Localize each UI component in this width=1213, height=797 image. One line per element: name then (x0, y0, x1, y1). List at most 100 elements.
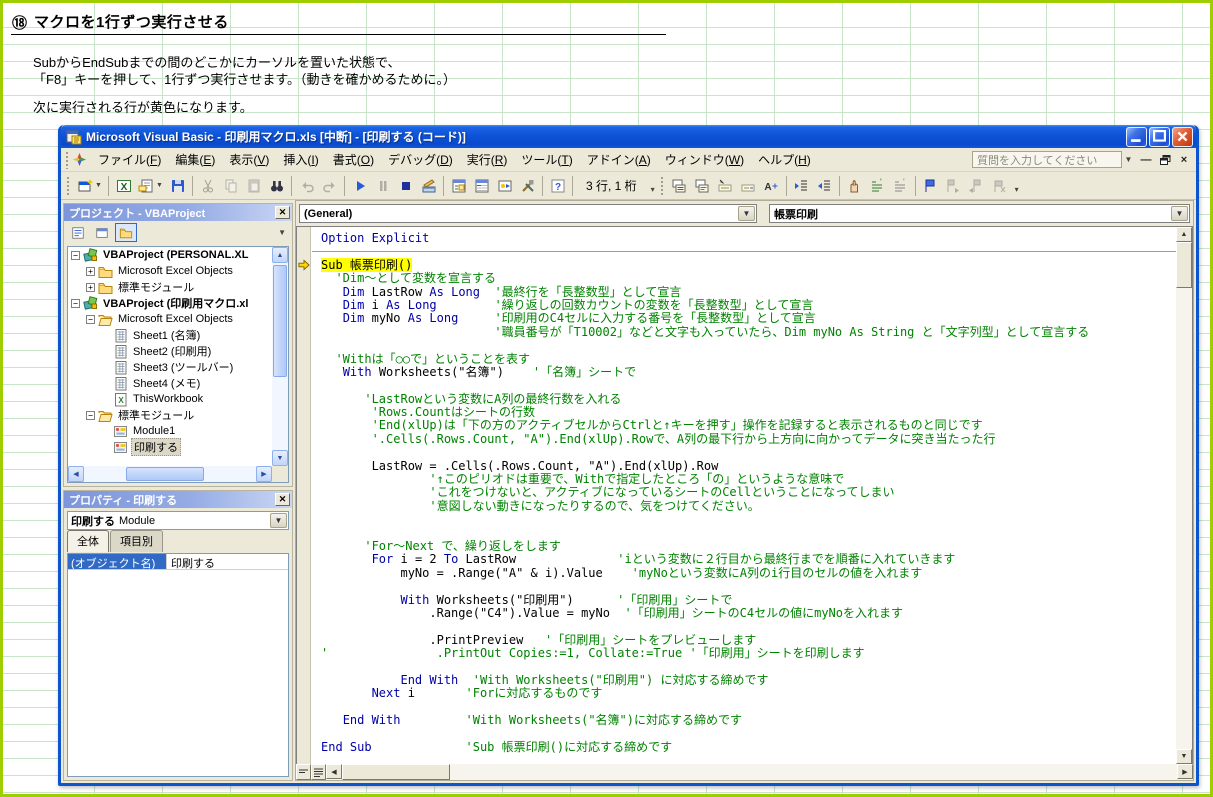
code-text[interactable]: Option Explicit Sub 帳票印刷() 'Dim～として変数を宣言… (312, 227, 1176, 754)
code-scroll-left-icon[interactable]: ◀ (326, 764, 342, 779)
property-name-cell[interactable]: (オブジェクト名) (68, 554, 167, 569)
project-vertical-scrollbar[interactable]: ▲ ▼ (272, 247, 288, 466)
code-line-35[interactable]: Next i 'Forに対応するものです (321, 687, 1176, 700)
project-horizontal-scrollbar[interactable]: ◀ ▶ (68, 466, 272, 482)
reset-button[interactable] (394, 174, 417, 197)
view-object-button[interactable] (91, 223, 113, 242)
code-scroll-down-icon[interactable]: ▼ (1176, 749, 1192, 764)
next-bookmark-button[interactable] (942, 174, 965, 197)
toggle-bookmark-button[interactable] (919, 174, 942, 197)
view-excel-button[interactable]: X (112, 174, 135, 197)
tree-item-std-modules-personal[interactable]: +標準モジュール (68, 279, 272, 295)
property-value-cell[interactable]: 印刷する (167, 554, 288, 569)
scroll-down-icon[interactable]: ▼ (272, 450, 288, 466)
tab-alphabetic[interactable]: 全体 (67, 530, 109, 552)
list-properties-button[interactable] (668, 174, 691, 197)
project-vscroll-thumb[interactable] (273, 265, 287, 377)
parameter-info-button[interactable] (737, 174, 760, 197)
design-mode-button[interactable] (417, 174, 440, 197)
tree-item-excel-objects-personal[interactable]: +Microsoft Excel Objects (68, 263, 272, 279)
object-browser-button[interactable] (493, 174, 516, 197)
menu-addins[interactable]: アドイン(A) (580, 148, 658, 171)
code-hscroll-thumb[interactable] (342, 764, 450, 780)
maximize-button[interactable] (1149, 127, 1170, 147)
question-search-input[interactable]: 質問を入力してください (972, 151, 1122, 168)
code-line-2[interactable] (321, 245, 1176, 258)
tree-item-sheet4[interactable]: Sheet4 (メモ) (68, 375, 272, 391)
tree-item-std-modules-insatsuyou[interactable]: −標準モジュール (68, 407, 272, 423)
comment-block-button[interactable]: ' (866, 174, 889, 197)
code-line-20[interactable]: 'これをつけないと、アクティブになっているシートのCellということになってしま… (321, 486, 1176, 499)
code-line-16[interactable]: '.Cells(.Rows.Count, "A").End(xlUp).Rowで… (321, 433, 1176, 446)
save-button[interactable] (166, 174, 189, 197)
procedure-view-button[interactable] (296, 764, 311, 780)
help-button[interactable]: ? (546, 174, 569, 197)
collapse-icon[interactable]: − (86, 411, 95, 420)
properties-close-icon[interactable]: ✕ (275, 493, 290, 506)
tree-item-thisworkbook[interactable]: XThisWorkbook (68, 391, 272, 407)
mdi-close-button[interactable]: × (1176, 152, 1192, 167)
property-row[interactable]: (オブジェクト名) 印刷する (68, 554, 288, 570)
margin-indicator-bar[interactable] (297, 227, 311, 764)
code-line-30[interactable] (321, 620, 1176, 633)
project-panel-header[interactable]: プロジェクト - VBAProject ✕ (64, 204, 292, 221)
code-line-21[interactable]: '意図しない動きになったりするので、気をつけてください。 (321, 500, 1176, 513)
toggle-breakpoint-button[interactable] (843, 174, 866, 197)
code-line-9[interactable] (321, 339, 1176, 352)
tree-item-sheet2[interactable]: Sheet2 (印刷用) (68, 343, 272, 359)
undo-button[interactable] (295, 174, 318, 197)
menu-grip[interactable] (65, 151, 69, 169)
run-sub-button[interactable] (348, 174, 371, 197)
collapse-icon[interactable]: − (71, 251, 80, 260)
menu-view[interactable]: 表示(V) (222, 148, 276, 171)
clear-bookmarks-button[interactable] (988, 174, 1011, 197)
mdi-restore-button[interactable] (1157, 152, 1173, 167)
code-line-7[interactable]: Dim myNo As Long '印刷用のC4セルに入力する番号を「長整数型」… (321, 312, 1176, 325)
menu-format[interactable]: 書式(O) (326, 148, 381, 171)
project-close-icon[interactable]: ✕ (275, 206, 290, 219)
close-button[interactable] (1172, 127, 1193, 147)
list-constants-button[interactable] (691, 174, 714, 197)
code-line-39[interactable]: End Sub 'Sub 帳票印刷()に対応する締めです (321, 741, 1176, 754)
complete-word-button[interactable]: A (760, 174, 783, 197)
code-line-10[interactable]: 'Withは「○○で」ということを表す (321, 353, 1176, 366)
full-module-view-button[interactable] (311, 764, 326, 780)
code-window-icon[interactable] (72, 152, 87, 167)
scroll-left-icon[interactable]: ◀ (68, 466, 84, 482)
tree-item-module1[interactable]: Module1 (68, 423, 272, 439)
code-vertical-scrollbar[interactable]: ▲ ▼ (1176, 227, 1192, 764)
properties-window-button[interactable] (470, 174, 493, 197)
title-bar[interactable]: Microsoft Visual Basic - 印刷用マクロ.xls [中断]… (61, 125, 1196, 148)
uncomment-block-button[interactable]: ' (889, 174, 912, 197)
outdent-button[interactable] (813, 174, 836, 197)
properties-panel-header[interactable]: プロパティ - 印刷する ✕ (64, 491, 292, 508)
object-combo[interactable]: (General) ▼ (299, 204, 757, 223)
project-toolbar-options-icon[interactable]: ▼ (278, 228, 289, 237)
code-line-1[interactable]: Option Explicit (321, 232, 1176, 245)
collapse-icon[interactable]: − (71, 299, 80, 308)
object-selector-dropdown-icon[interactable]: ▼ (270, 513, 287, 528)
redo-button[interactable] (318, 174, 341, 197)
tree-item-sheet3[interactable]: Sheet3 (ツールバー) (68, 359, 272, 375)
previous-bookmark-button[interactable] (965, 174, 988, 197)
break-button[interactable] (371, 174, 394, 197)
code-line-37[interactable]: End With 'With Worksheets("名簿")に対応する締めです (321, 714, 1176, 727)
code-line-15[interactable]: 'End(xlUp)は「下の方のアクティブセルからCtrlと↑キーを押す」操作を… (321, 419, 1176, 432)
paste-button[interactable] (242, 174, 265, 197)
project-explorer-button[interactable] (447, 174, 470, 197)
code-line-8[interactable]: '職員番号が「T10002」などと文字も入っていたら、Dim myNo As S… (321, 326, 1176, 339)
tree-item-excel-objects-insatsuyou[interactable]: −Microsoft Excel Objects (68, 311, 272, 327)
code-line-5[interactable]: Dim LastRow As Long '最終行を「長整数型」として宣言 (321, 286, 1176, 299)
properties-object-selector[interactable]: 印刷する Module ▼ (67, 511, 289, 530)
view-code-button[interactable] (67, 223, 89, 242)
toolbar-options-icon[interactable]: ▾ (1011, 175, 1023, 197)
code-line-4[interactable]: 'Dim～として変数を宣言する (321, 272, 1176, 285)
toolbox-button[interactable] (516, 174, 539, 197)
code-scroll-up-icon[interactable]: ▲ (1176, 227, 1192, 242)
tab-categorized[interactable]: 項目別 (110, 530, 163, 552)
indent-button[interactable] (790, 174, 813, 197)
menu-debug[interactable]: デバッグ(D) (381, 148, 460, 171)
menu-run[interactable]: 実行(R) (460, 148, 515, 171)
tree-item-insatsu-suru[interactable]: 印刷する (68, 439, 272, 455)
menu-insert[interactable]: 挿入(I) (276, 148, 325, 171)
